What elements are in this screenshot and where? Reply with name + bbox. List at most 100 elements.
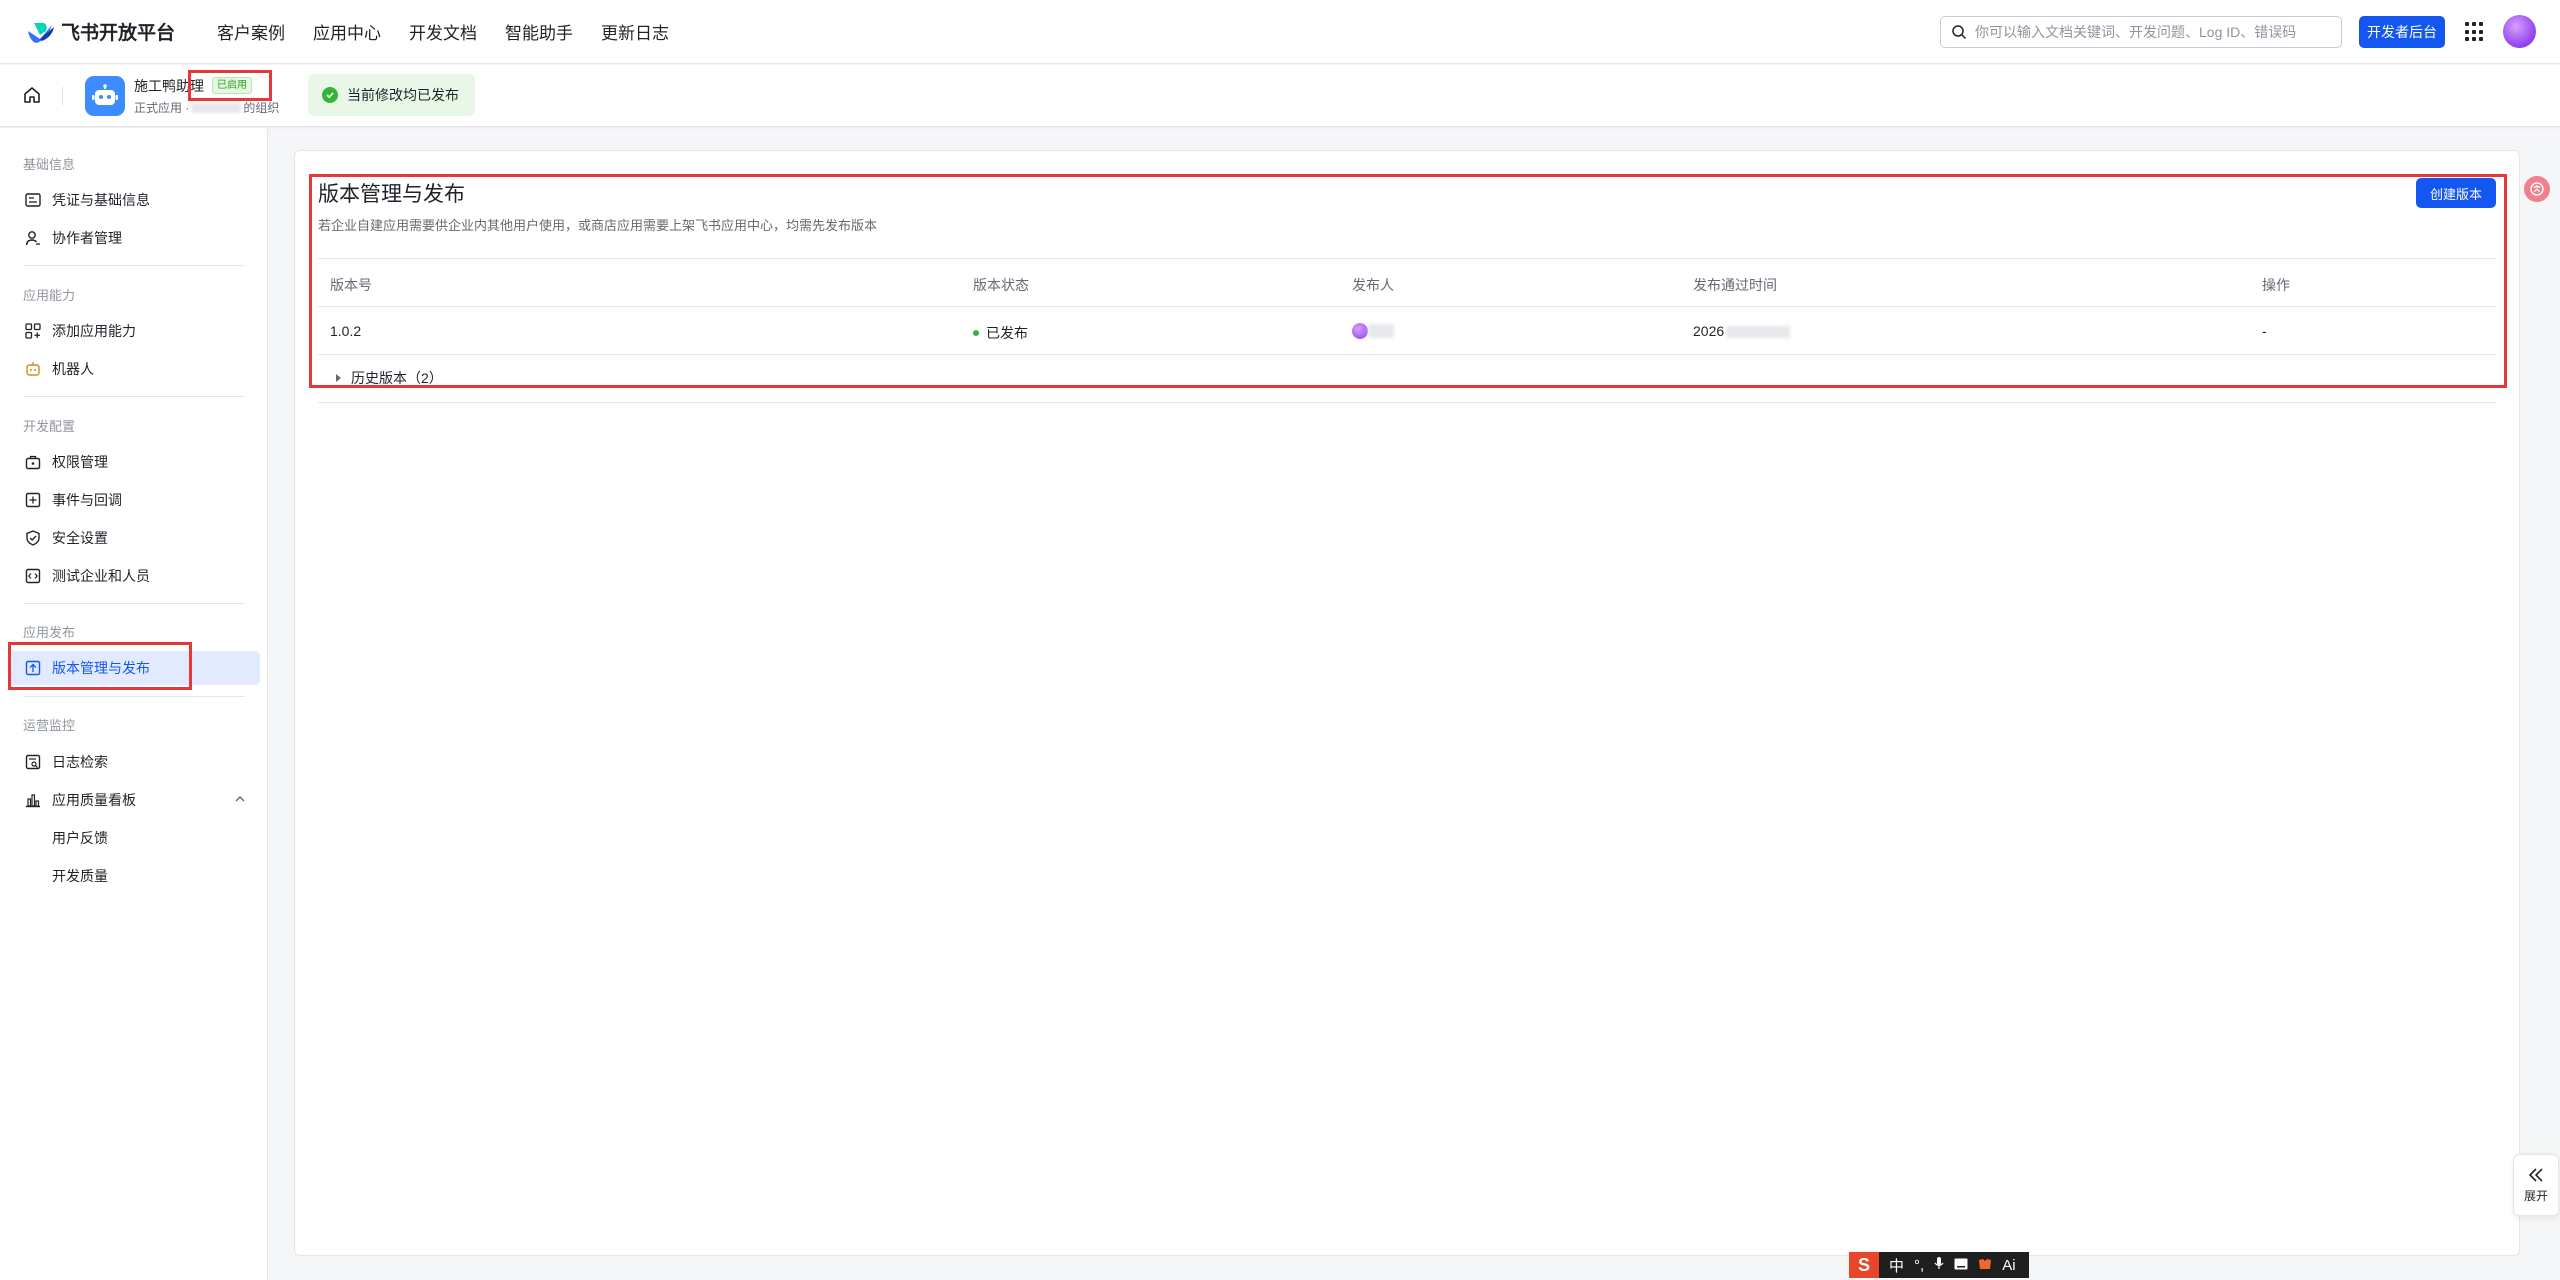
sidebar-item-label: 机器人 [52,361,94,377]
sidebar-item-events[interactable]: 事件与回调 [10,483,260,517]
nav-item-app-center[interactable]: 应用中心 [313,19,381,44]
sidebar-item-bot[interactable]: 机器人 [10,352,260,386]
app-header: 施工鸭助理 已启用 正式应用 · 的组织 当前修改均已发布 [0,65,2560,127]
briefcase-lock-icon [24,453,42,471]
robot-icon [92,84,118,105]
table-bottom-border [318,402,2496,403]
apps-grid-icon[interactable] [2465,22,2485,42]
app-enabled-badge: 已启用 [212,77,252,94]
developer-console-button[interactable]: 开发者后台 [2359,16,2445,48]
app-type-label: 正式应用 · [134,101,190,115]
column-header-action: 操作 [2262,277,2290,293]
nav-item-assistant[interactable]: 智能助手 [505,19,573,44]
history-versions-toggle[interactable]: 历史版本（2） [336,368,443,388]
nav-item-changelog[interactable]: 更新日志 [601,19,669,44]
table-row: 1.0.2 已发布 2026 - [318,306,2496,354]
user-icon [24,229,42,247]
history-versions-label: 历史版本（2） [351,370,443,386]
column-header-publisher: 发布人 [1352,277,1394,293]
publish-time-text: 2026 [1693,323,1725,339]
sidebar-item-dev-quality[interactable]: 开发质量 [10,859,260,893]
keyboard-icon [1954,1257,1968,1274]
mic-icon [1934,1256,1944,1274]
table-header-row: 版本号 版本状态 发布人 发布通过时间 操作 [318,258,2496,306]
sogou-ime-icon: S [1849,1252,1879,1278]
top-navigation: 飞书开放平台 客户案例 应用中心 开发文档 智能助手 更新日志 开发者后台 [0,0,2560,64]
ime-toolbar[interactable]: S 中 °, Ai [1849,1252,2029,1278]
ime-ai-label: Ai [2002,1256,2016,1274]
chevron-up-icon[interactable] [234,795,246,803]
code-box-icon [24,567,42,585]
expand-label: 展开 [2523,1188,2548,1203]
sidebar-item-quality-board[interactable]: 应用质量看板 [10,783,260,817]
nav-menu: 客户案例 应用中心 开发文档 智能助手 更新日志 [217,19,697,44]
publisher [1352,322,1394,340]
app-avatar [85,76,125,116]
version-status: 已发布 [973,323,1028,343]
add-app-icon [24,322,42,340]
ime-mode-chinese: 中 [1889,1257,1905,1275]
upload-box-icon [24,659,42,677]
sidebar-item-permissions[interactable]: 权限管理 [10,445,260,479]
search-icon [1952,25,1967,40]
user-avatar[interactable] [2503,15,2536,48]
version-status-text: 已发布 [986,325,1028,341]
logo[interactable]: 飞书开放平台 [26,0,175,64]
sidebar-item-label: 协作者管理 [52,230,122,246]
translate-float-icon[interactable] [2524,176,2550,202]
sidebar-item-user-feedback[interactable]: 用户反馈 [10,821,260,855]
redacted-org-name [191,102,242,113]
sidebar-item-log-search[interactable]: 日志检索 [10,745,260,779]
log-search-icon [24,753,42,771]
sidebar-item-label: 添加应用能力 [52,323,136,339]
sidebar-item-label: 版本管理与发布 [52,660,150,676]
search-input[interactable] [1975,24,2325,40]
sidebar-item-label: 事件与回调 [52,492,122,508]
sidebar-item-version-publish[interactable]: 版本管理与发布 [10,651,260,685]
caret-right-icon [336,374,341,382]
create-version-button[interactable]: 创建版本 [2416,178,2496,208]
app-subtitle: 正式应用 · 的组织 [134,99,279,116]
sidebar-item-label: 权限管理 [52,454,108,470]
sidebar-item-add-capability[interactable]: 添加应用能力 [10,314,260,348]
publish-time: 2026 [1693,323,1791,339]
home-icon[interactable] [22,85,42,105]
sidebar-item-label: 凭证与基础信息 [52,192,150,208]
redacted-time [1726,326,1791,339]
sidebar-item-label: 测试企业和人员 [52,568,150,584]
id-card-icon [24,191,42,209]
search-box[interactable] [1940,16,2342,48]
sidebar-item-security[interactable]: 安全设置 [10,521,260,555]
row-action: - [2262,323,2267,339]
publish-status-banner: 当前修改均已发布 [308,74,475,116]
column-header-version: 版本号 [330,277,372,293]
status-dot [973,330,979,337]
sidebar-group-publish: 应用发布 [23,625,76,640]
feishu-logo-icon [28,22,54,43]
sidebar-item-label: 开发质量 [52,868,108,884]
logo-text: 飞书开放平台 [61,23,176,44]
sidebar: 基础信息 凭证与基础信息 协作者管理 应用能力 添加应用能力 机器人 开发配置 … [0,128,268,1280]
sidebar-item-label: 安全设置 [52,530,108,546]
column-header-status: 版本状态 [973,277,1029,293]
shield-check-icon [24,529,42,547]
bar-chart-icon [24,791,42,809]
nav-item-cases[interactable]: 客户案例 [217,19,285,44]
sidebar-group-operations: 运营监控 [23,718,76,733]
double-chevron-left-icon [2528,1167,2543,1182]
table-history-row [318,354,2496,402]
sidebar-divider [23,265,245,266]
publish-status-text: 当前修改均已发布 [347,87,459,103]
sidebar-group-capabilities: 应用能力 [23,288,76,303]
expand-panel-button[interactable]: 展开 [2513,1154,2559,1216]
version-number: 1.0.2 [330,323,362,339]
nav-item-docs[interactable]: 开发文档 [409,19,477,44]
sidebar-item-test-org[interactable]: 测试企业和人员 [10,559,260,593]
sidebar-group-basic: 基础信息 [23,157,76,172]
sidebar-divider [23,696,245,697]
sidebar-group-dev-config: 开发配置 [23,419,76,434]
sidebar-divider [23,603,245,604]
publisher-avatar [1352,323,1368,340]
sidebar-item-collaborators[interactable]: 协作者管理 [10,221,260,255]
sidebar-item-credentials[interactable]: 凭证与基础信息 [10,183,260,217]
